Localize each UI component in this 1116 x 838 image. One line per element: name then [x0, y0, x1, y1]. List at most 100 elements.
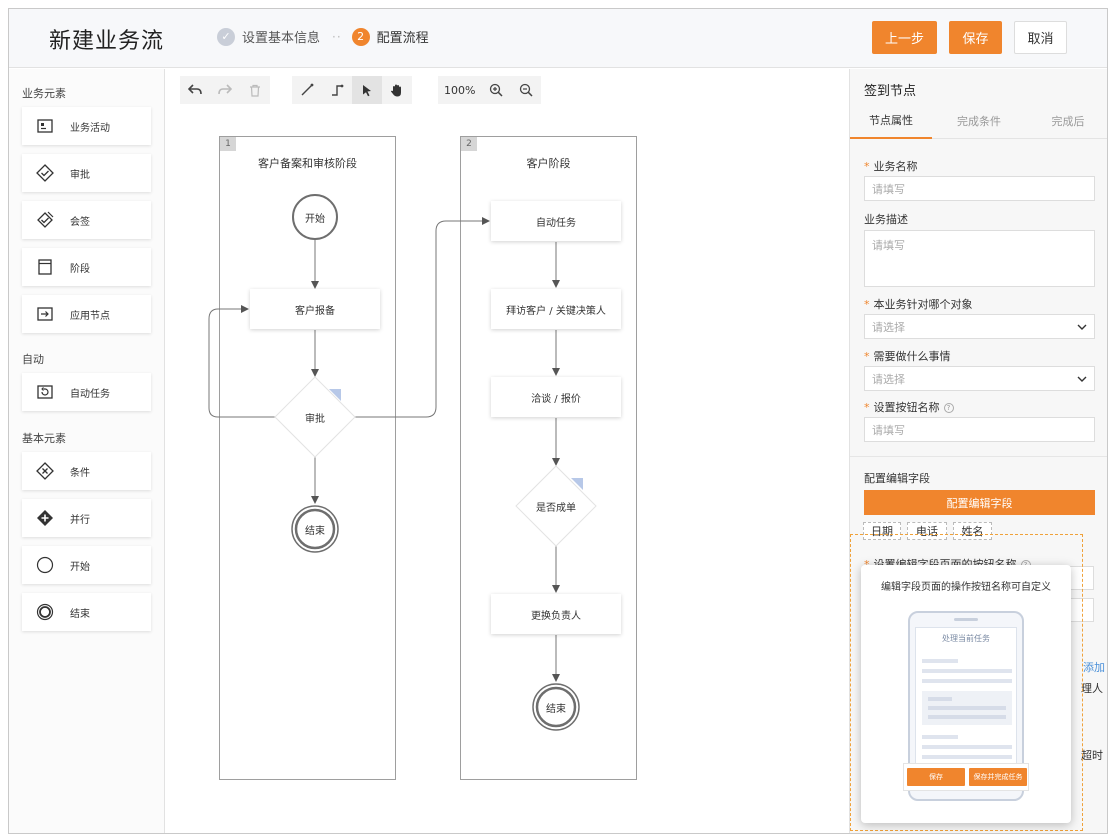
phone-speaker — [954, 618, 978, 621]
target-object-select[interactable]: 请选择 — [864, 314, 1095, 339]
palette-item-auto-task[interactable]: 自动任务 — [22, 373, 151, 411]
end-node-1[interactable]: 结束 — [285, 522, 345, 537]
flow-canvas[interactable]: 100% 1 客户备案和审核阶段 2 客户阶段 开始 客户报备 审批 结束 自动… — [166, 69, 848, 833]
condition-icon — [30, 456, 60, 486]
visit-customer-node[interactable]: 拜访客户 / 关键决策人 — [491, 289, 621, 329]
palette-item-parallel[interactable]: 并行 — [22, 499, 151, 537]
page-title: 新建业务流 — [49, 29, 165, 54]
step-2-number: 2 — [351, 27, 370, 46]
auto-task-node[interactable]: 自动任务 — [491, 201, 621, 241]
phone-screen-title: 处理当前任务 — [942, 634, 990, 643]
placeholder-line — [922, 745, 1012, 749]
placeholder-line — [928, 697, 952, 701]
palette-item-label: 自动任务 — [70, 388, 110, 400]
tab-after-completion[interactable]: 完成后 — [1026, 103, 1107, 139]
check-icon: ✓ — [217, 27, 235, 46]
placeholder-line — [922, 755, 1012, 759]
placeholder-line — [922, 659, 958, 663]
step-separator: ·· — [332, 29, 342, 44]
cancel-button[interactable]: 取消 — [1014, 21, 1067, 54]
help-icon[interactable]: ? — [943, 403, 954, 413]
palette-item-label: 结束 — [70, 608, 90, 620]
start-circle-icon — [30, 550, 60, 580]
todo-label: * 需要做什么事情 — [864, 350, 951, 363]
palette-item-label: 应用节点 — [70, 310, 110, 322]
palette-item-stage[interactable]: 阶段 — [22, 248, 151, 286]
palette-item-end[interactable]: 结束 — [22, 593, 151, 631]
placeholder-line — [928, 706, 1006, 710]
palette-item-label: 审批 — [70, 169, 90, 181]
header: 新建业务流 ✓ 设置基本信息 ·· 2 配置流程 上一步 保存 取消 — [9, 9, 1107, 68]
palette-item-business-activity[interactable]: 业务活动 — [22, 107, 151, 145]
timeout-text: 超时 — [1081, 749, 1103, 762]
palette-item-condition[interactable]: 条件 — [22, 452, 151, 490]
app-node-icon — [30, 299, 60, 329]
placeholder-line — [922, 669, 1012, 673]
palette-section-business: 业务元素 — [22, 87, 66, 100]
prev-step-button[interactable]: 上一步 — [872, 21, 937, 54]
tooltip-popover: 编辑字段页面的操作按钮名称可自定义 处理当前任务 保存 保存并完成任务 — [861, 565, 1071, 823]
step-1-label[interactable]: 设置基本信息 — [242, 27, 320, 46]
panel-title: 签到节点 — [864, 84, 917, 99]
flow-diagram-svg — [208, 194, 597, 731]
report-node[interactable]: 客户报备 — [250, 289, 380, 329]
business-name-label: * 业务名称 — [864, 160, 918, 173]
palette-item-app-node[interactable]: 应用节点 — [22, 295, 151, 333]
placeholder-line — [928, 715, 1006, 719]
business-desc-label: 业务描述 — [864, 213, 908, 226]
parallel-icon — [30, 503, 60, 533]
chevron-down-icon — [1077, 324, 1087, 330]
business-desc-textarea[interactable]: 请填写 — [864, 230, 1095, 287]
app-window: 新建业务流 ✓ 设置基本信息 ·· 2 配置流程 上一步 保存 取消 业务元素 … — [8, 8, 1108, 834]
handler-text: 理人 — [1081, 682, 1103, 695]
stage-icon — [30, 252, 60, 282]
palette-item-label: 条件 — [70, 467, 90, 479]
end-circle-icon — [30, 597, 60, 627]
add-link[interactable]: 添加 — [1083, 659, 1105, 675]
id-card-icon — [30, 111, 60, 141]
tab-node-properties[interactable]: 节点属性 — [850, 103, 932, 139]
panel-tabs: 节点属性 完成条件 完成后 — [850, 103, 1107, 139]
todo-select[interactable]: 请选择 — [864, 366, 1095, 391]
edit-fields-label: 配置编辑字段 — [864, 472, 930, 485]
auto-task-icon — [30, 377, 60, 407]
configure-fields-button[interactable]: 配置编辑字段 — [864, 490, 1095, 515]
step-indicator: ✓ 设置基本信息 ·· 2 配置流程 — [217, 27, 429, 46]
palette-item-label: 并行 — [70, 514, 90, 526]
palette-item-label: 会签 — [70, 216, 90, 228]
palette-item-start[interactable]: 开始 — [22, 546, 151, 584]
placeholder-block — [922, 691, 1012, 725]
change-owner-node[interactable]: 更换负责人 — [491, 594, 621, 634]
divider — [850, 456, 1107, 457]
start-node[interactable]: 开始 — [285, 210, 345, 225]
countersign-diamond-icon — [30, 205, 60, 235]
phone-save-complete-button: 保存并完成任务 — [969, 768, 1027, 786]
placeholder-line — [922, 735, 958, 739]
palette-item-approval[interactable]: 审批 — [22, 154, 151, 192]
popover-title: 编辑字段页面的操作按钮名称可自定义 — [881, 582, 1051, 593]
deal-decision-node[interactable]: 是否成单 — [516, 499, 596, 514]
palette-item-countersign[interactable]: 会签 — [22, 201, 151, 239]
palette-item-label: 业务活动 — [70, 122, 110, 134]
chevron-down-icon — [1077, 376, 1087, 382]
palette-section-basic: 基本元素 — [22, 432, 66, 445]
end-node-2[interactable]: 结束 — [526, 700, 586, 715]
approval-diamond-icon — [30, 158, 60, 188]
tab-completion-conditions[interactable]: 完成条件 — [938, 103, 1020, 139]
palette-section-auto: 自动 — [22, 353, 44, 366]
phone-screen: 处理当前任务 — [915, 627, 1017, 785]
target-object-label: * 本业务针对哪个对象 — [864, 298, 973, 311]
negotiate-node[interactable]: 洽谈 / 报价 — [491, 377, 621, 417]
step-2-label[interactable]: 配置流程 — [377, 27, 429, 46]
target-object-placeholder: 请选择 — [872, 320, 905, 334]
element-palette: 业务元素 业务活动 审批 会签 阶段 应用节点 自动 自动任务 基本元素 条件 … — [9, 69, 165, 833]
save-button[interactable]: 保存 — [949, 21, 1002, 54]
phone-save-button: 保存 — [907, 768, 965, 786]
palette-item-label: 阶段 — [70, 263, 90, 275]
placeholder-line — [922, 679, 1012, 683]
button-name-input[interactable]: 请填写 — [864, 417, 1095, 442]
button-name-label: * 设置按钮名称? — [864, 399, 954, 415]
business-name-input[interactable]: 请填写 — [864, 176, 1095, 201]
approval-node[interactable]: 审批 — [285, 410, 345, 425]
palette-item-label: 开始 — [70, 561, 90, 573]
